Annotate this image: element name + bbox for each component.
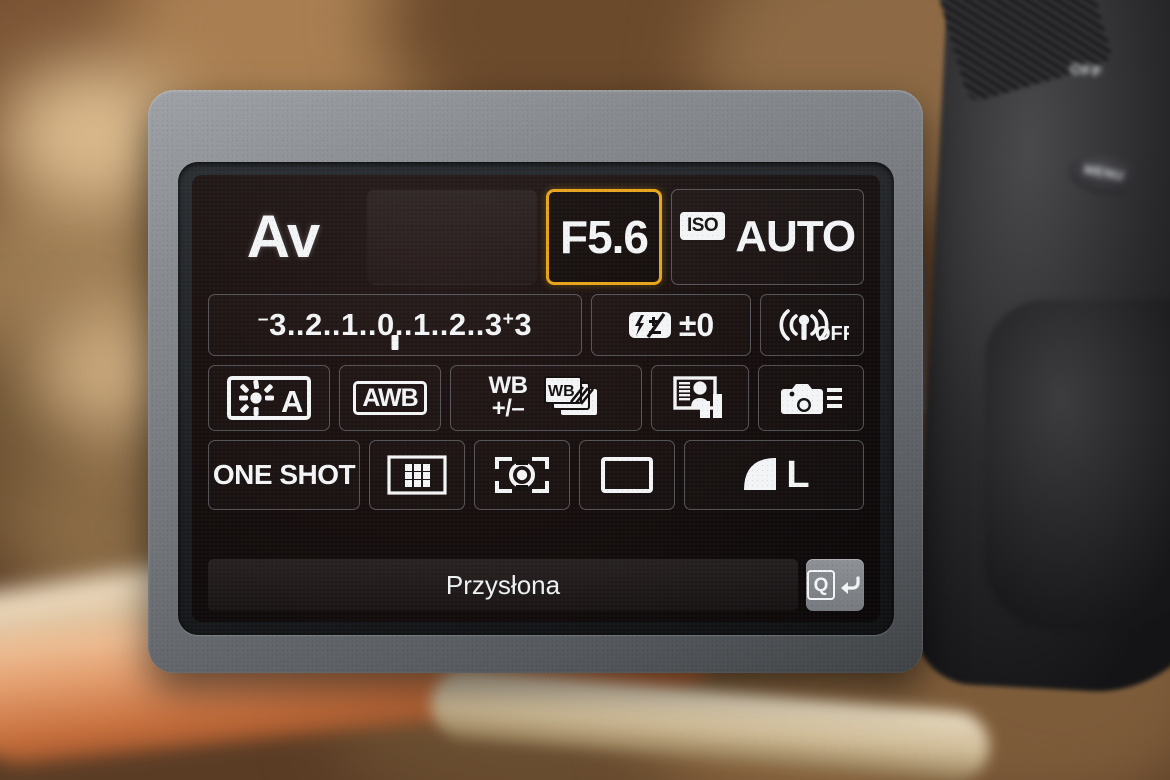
aperture-value: F5.6 (559, 211, 649, 263)
exposure-info-row: Av F5.6 ISO AUTO (208, 189, 864, 285)
wb-shift-value: +/– (491, 395, 525, 422)
quick-control-screen[interactable]: Av F5.6 ISO AUTO –3..2..1..0..1..2..3+3 … (192, 175, 880, 622)
compensation-row: –3..2..1..0..1..2..3+3 ±0 OFF (208, 294, 864, 356)
custom-controls-cell[interactable] (758, 365, 864, 431)
single-shooting-icon (600, 455, 654, 495)
exposure-compensation-scale: –3..2..1..0..1..2..3+3 (209, 295, 581, 355)
metering-mode-cell[interactable] (474, 440, 570, 510)
auto-lighting-optimizer-cell[interactable] (651, 365, 749, 431)
lcd-inner-bezel: Av F5.6 ISO AUTO –3..2..1..0..1..2..3+3 … (178, 162, 894, 635)
wireless-flash-cell[interactable]: OFF (760, 294, 864, 356)
return-arrow-icon (837, 572, 863, 598)
white-balance-cell[interactable]: AWB (339, 365, 441, 431)
capture-settings-row: ONE SHOT L (208, 440, 864, 510)
white-balance-value: AWB (353, 380, 427, 416)
auto-lighting-optimizer-icon (672, 375, 728, 421)
af-mode-value: ONE SHOT (212, 459, 356, 490)
exposure-scale-plus: + (502, 309, 515, 331)
wb-shift-bracketing-cell[interactable]: WB +/– WB (450, 365, 642, 431)
setting-hint-text: Przysłona (445, 569, 561, 600)
shooting-mode-label: Av (246, 203, 320, 270)
picture-style-auto-icon: A (227, 375, 311, 421)
drive-mode-cell[interactable] (579, 440, 675, 510)
fine-quality-icon (738, 454, 782, 496)
picture-style-cell[interactable]: A (208, 365, 330, 431)
shutter-speed-cell[interactable] (367, 189, 537, 285)
iso-value: AUTO (735, 212, 856, 261)
exposure-scale-values: 3..2..1..0..1..2..3 (269, 307, 503, 342)
custom-controls-icon (778, 377, 844, 419)
power-switch-label[interactable]: OFF (1062, 60, 1110, 87)
flash-exposure-compensation-value: ±0 (678, 306, 715, 343)
setting-hint-bar: Przysłona (208, 559, 798, 611)
q-return-button[interactable]: Q (806, 559, 864, 611)
image-quality-size: L (786, 454, 810, 496)
wb-bracketing-icon: WB (541, 375, 603, 421)
image-settings-row: A AWB WB +/– WB (208, 365, 864, 431)
wireless-flash-state: OFF (815, 323, 849, 345)
iso-cell[interactable]: ISO AUTO (671, 189, 864, 285)
svg-text:A: A (281, 384, 303, 419)
shooting-mode-cell[interactable]: Av (208, 189, 358, 285)
wb-shift-label-group: WB +/– (489, 374, 528, 422)
exposure-scale-plus-end: 3 (514, 307, 533, 342)
screen-bottom-bar: Przysłona Q (192, 559, 880, 622)
flash-exposure-compensation-icon (628, 310, 672, 340)
screen-rows: Av F5.6 ISO AUTO –3..2..1..0..1..2..3+3 … (192, 175, 880, 519)
iso-badge-label: ISO (679, 212, 726, 240)
af-point-grid-icon (387, 454, 447, 496)
af-point-selection-cell[interactable] (369, 440, 465, 510)
af-mode-cell[interactable]: ONE SHOT (208, 440, 360, 510)
aperture-cell[interactable]: F5.6 (546, 189, 662, 285)
exposure-compensation-cell[interactable]: –3..2..1..0..1..2..3+3 (208, 294, 582, 356)
camera-grip (985, 300, 1170, 630)
exposure-scale-minus: – (257, 309, 270, 331)
flash-exposure-compensation-cell[interactable]: ±0 (591, 294, 751, 356)
svg-text:WB: WB (548, 383, 575, 400)
evaluative-metering-icon (493, 454, 551, 496)
q-button-letter: Q (807, 570, 835, 600)
lcd-screen-unit: Av F5.6 ISO AUTO –3..2..1..0..1..2..3+3 … (148, 90, 923, 673)
wireless-flash-icon: OFF (775, 305, 849, 345)
exposure-level-marker (391, 335, 399, 350)
image-quality-cell[interactable]: L (684, 440, 864, 510)
